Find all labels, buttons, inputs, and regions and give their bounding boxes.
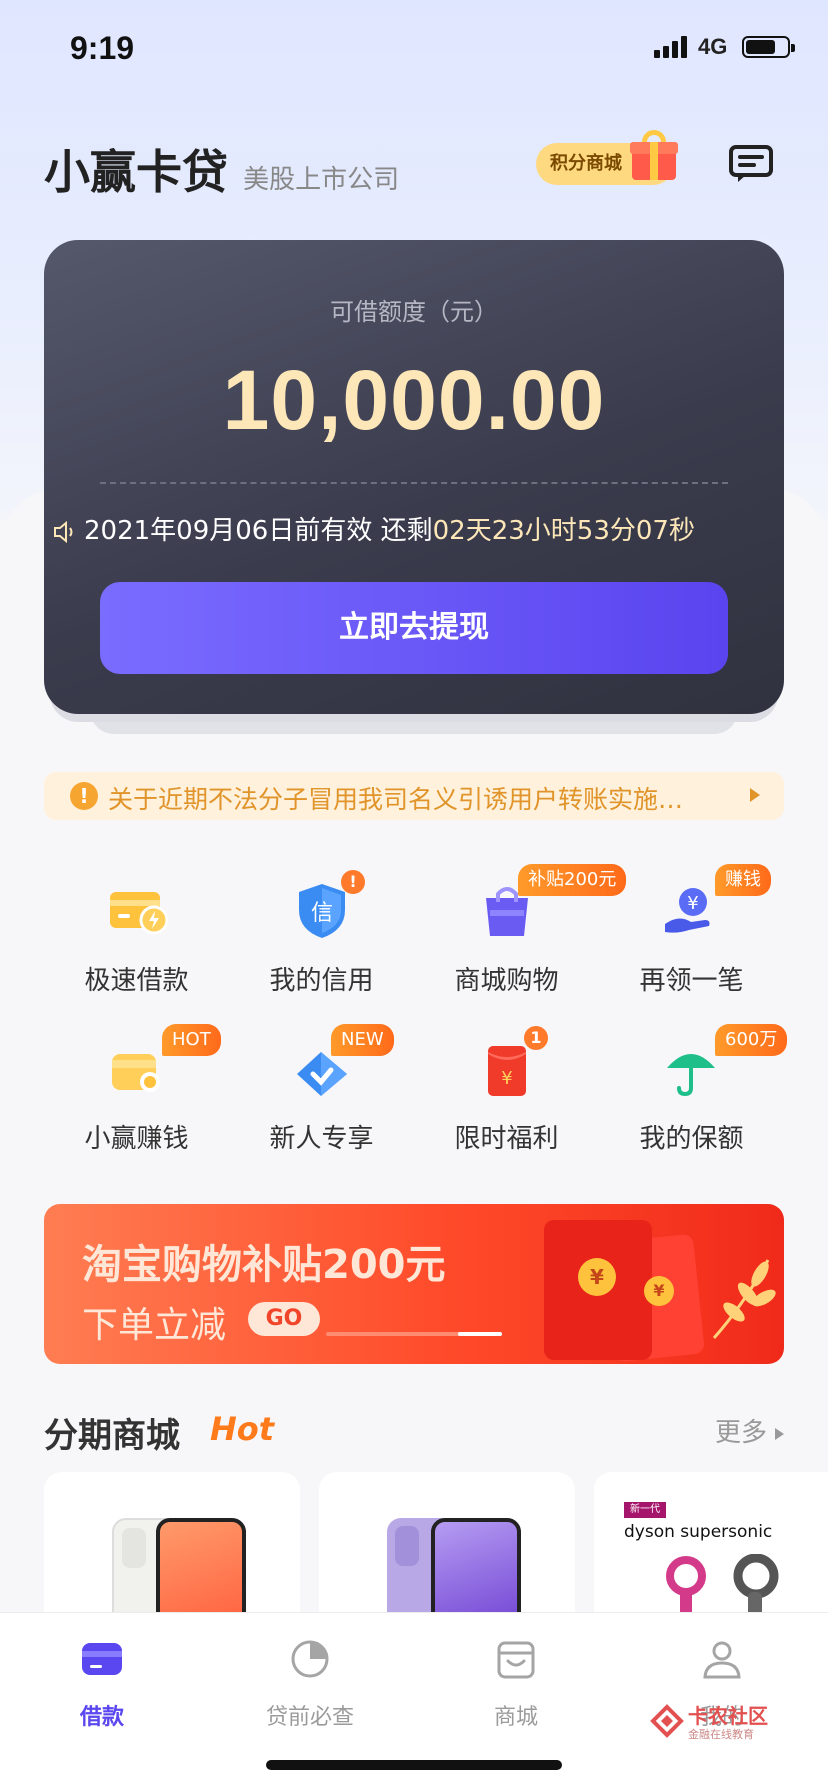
coin-icon: ¥ [578,1258,616,1296]
feature-fast-loan[interactable]: 极速借款 [44,860,229,1010]
hot-tag: HOT [162,1024,221,1056]
more-label: 更多 [714,1418,767,1448]
hand-coin-icon: ¥ [665,888,710,933]
hot-label: Hot [210,1410,275,1448]
leaf-icon [712,1259,776,1339]
count-badge: 1 [524,1026,548,1050]
loan-card-icon [82,1643,122,1675]
signal-icon [654,36,688,58]
feature-label: 再领一笔 [639,966,744,996]
validity-text: 2021年09月06日前有效 还剩 [84,516,433,546]
tab-label: 贷前必查 [265,1705,354,1730]
feature-label: 小赢赚钱 [84,1124,189,1154]
coverage-tag: 600万 [715,1024,788,1056]
chevron-right-icon [750,788,760,802]
new-tag: NEW [331,1024,394,1056]
earn-tag: 赚钱 [715,864,771,896]
validity-line: 2021年09月06日前有效 还剩02天23小时53分07秒 [52,510,782,547]
network-label: 4G [698,34,728,59]
feature-label: 新人专享 [269,1124,374,1154]
watermark: 卡农社区 金融在线教育 [650,1700,780,1746]
notice-bar[interactable]: ! 关于近期不法分子冒用我司名义引诱用户转账实施… [44,772,784,820]
feature-another-loan[interactable]: ¥ 赚钱 再领一笔 [599,860,784,1010]
status-time: 9:19 [70,30,135,66]
status-bar: 9:19 4G [0,28,828,68]
feature-my-credit[interactable]: 信 ! 我的信用 [229,860,414,1010]
gift-icon[interactable] [630,130,678,182]
tab-mall[interactable]: 商城 [446,1637,586,1731]
banner-title: 淘宝购物补贴200元 [82,1242,446,1288]
tab-pre-loan-check[interactable]: 贷前必查 [240,1637,380,1731]
speaker-icon [54,520,73,543]
feature-mall-shopping[interactable]: 补贴200元 商城购物 [414,860,627,1010]
more-link[interactable]: 更多 [715,1412,784,1449]
dyson-brand: dyson supersonic [624,1522,773,1542]
user-icon [703,1641,741,1679]
app-subtitle: 美股上市公司 [243,165,400,195]
dyson-badge: 新一代 [624,1502,666,1518]
withdraw-button[interactable]: 立即去提现 [100,582,728,674]
banner-go-button[interactable]: GO [248,1302,320,1336]
tab-loan[interactable]: 借款 [32,1637,172,1731]
alert-badge: ! [341,870,365,894]
app-header: 小赢卡贷 美股上市公司 [44,136,400,199]
quota-amount: 10,000.00 [222,353,606,447]
svg-text:¥: ¥ [501,1068,512,1089]
svg-text:¥: ¥ [687,893,698,914]
feature-earn-money[interactable]: HOT 小赢赚钱 [44,1018,229,1168]
feature-newcomer[interactable]: NEW 新人专享 [229,1018,414,1168]
feature-label: 我的保额 [639,1124,744,1154]
taobao-subsidy-banner[interactable]: 淘宝购物补贴200元 下单立减 GO ¥ ¥ [44,1204,784,1364]
feature-label: 我的信用 [269,966,374,996]
feature-label: 限时福利 [454,1124,559,1154]
feature-label: 极速借款 [84,966,189,996]
store-icon [497,1641,535,1679]
feature-my-coverage[interactable]: 600万 我的保额 [599,1018,788,1168]
battery-icon [742,36,795,58]
coin-icon: ¥ [644,1276,674,1306]
svg-text:信: 信 [311,901,333,926]
chevron-right-icon [775,1427,784,1440]
card-divider [100,482,728,484]
wallet-coin-icon [112,1054,160,1092]
warning-icon: ! [70,782,98,810]
umbrella-icon [667,1054,715,1097]
card-lightning-icon [110,892,168,935]
tab-label: 商城 [493,1705,538,1730]
message-icon[interactable] [728,144,774,184]
section-title: 分期商城 [44,1416,180,1456]
tab-label: 借款 [79,1705,124,1730]
countdown-text: 02天23小时53分07秒 [432,516,695,546]
notice-text: 关于近期不法分子冒用我司名义引诱用户转账实施… [108,785,684,814]
watermark-name: 卡农社区 [688,1704,768,1728]
watermark-logo-icon [650,1704,684,1738]
watermark-sub: 金融在线教育 [688,1728,754,1741]
feature-label: 商城购物 [454,966,559,996]
pie-chart-icon [291,1640,329,1678]
quota-card: 可借额度（元） 10,000.00 2021年09月06日前有效 还剩02天23… [44,240,784,714]
banner-pagination [326,1332,502,1336]
quota-label: 可借额度（元） [330,298,498,326]
app-title: 小赢卡贷 [44,145,228,199]
home-indicator[interactable] [266,1760,562,1770]
feature-limited-welfare[interactable]: ¥ 1 限时福利 [414,1018,599,1168]
banner-subtitle: 下单立减 [82,1305,227,1346]
